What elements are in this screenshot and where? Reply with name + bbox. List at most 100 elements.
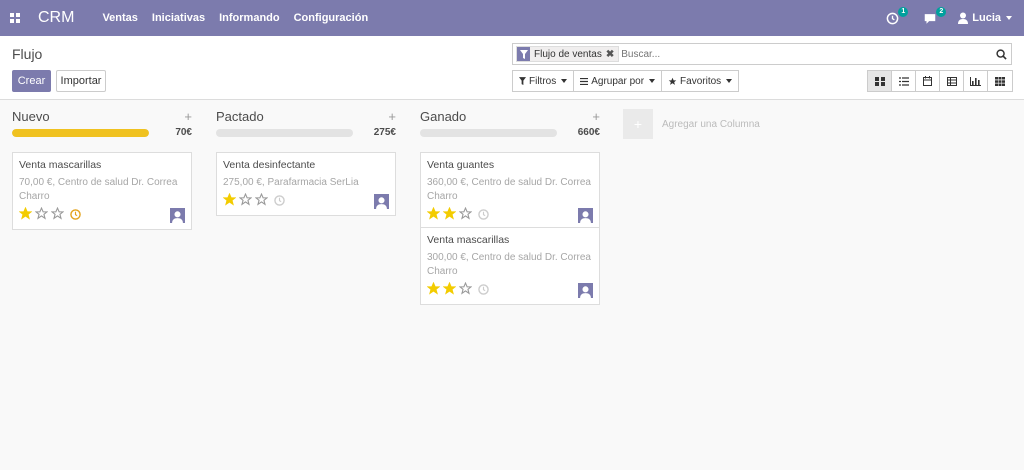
graph-view-icon[interactable] <box>964 71 988 91</box>
star-empty-icon[interactable] <box>34 206 49 220</box>
star-filled-icon[interactable] <box>426 206 441 220</box>
quick-create-icon[interactable]: + <box>184 109 192 124</box>
column-total: 660€ <box>577 127 600 138</box>
column-total: 275€ <box>373 127 396 138</box>
top-navbar: CRM Ventas Iniciativas Informando Config… <box>0 0 1024 36</box>
card-title: Venta guantes <box>427 159 495 171</box>
user-menu[interactable]: Lucia <box>958 12 1012 24</box>
salesperson-avatar[interactable] <box>578 283 593 298</box>
salesperson-avatar[interactable] <box>170 208 185 223</box>
star-icon <box>668 77 677 86</box>
pivot-view-icon[interactable] <box>940 71 964 91</box>
filter-icon <box>519 77 526 85</box>
view-switcher <box>867 70 1013 92</box>
opportunity-card[interactable]: Venta guantes 360,00 €, Centro de salud … <box>420 152 600 230</box>
favorites-dropdown[interactable]: Favoritos <box>662 71 738 91</box>
quick-create-icon[interactable]: + <box>592 109 600 124</box>
star-empty-icon[interactable] <box>238 192 253 206</box>
card-subtitle-cont: Charro <box>427 266 458 277</box>
opportunity-card[interactable]: Venta mascarillas 300,00 €, Centro de sa… <box>420 227 600 305</box>
search-icon[interactable] <box>991 44 1011 64</box>
page-title: Flujo <box>12 46 43 62</box>
card-subtitle: 300,00 €, Centro de salud Dr. Correa <box>427 252 591 263</box>
column-title[interactable]: Ganado <box>420 109 466 124</box>
user-name: Lucia <box>972 12 1001 24</box>
star-filled-icon[interactable] <box>222 192 237 206</box>
quick-create-icon[interactable]: + <box>388 109 396 124</box>
progress-fill <box>12 129 149 137</box>
column-total: 70€ <box>175 127 192 138</box>
activity-clock-icon[interactable] <box>274 195 285 206</box>
card-subtitle: 275,00 €, Parafarmacia SerLia <box>223 177 359 188</box>
menu-ventas[interactable]: Ventas <box>102 12 137 24</box>
card-subtitle: 70,00 €, Centro de salud Dr. Correa <box>19 177 178 188</box>
salesperson-avatar[interactable] <box>578 208 593 223</box>
column-title[interactable]: Nuevo <box>12 109 50 124</box>
bars-icon <box>580 77 589 85</box>
star-empty-icon[interactable] <box>50 206 65 220</box>
filters-label: Filtros <box>529 75 557 87</box>
control-panel: Flujo Crear Importar Flujo de ventas ✖ F… <box>0 36 1024 100</box>
menu-iniciativas[interactable]: Iniciativas <box>152 12 205 24</box>
column-progress-bar[interactable] <box>216 129 353 137</box>
card-title: Venta desinfectante <box>223 159 316 171</box>
groupby-label: Agrupar por <box>591 75 645 87</box>
star-empty-icon[interactable] <box>254 192 269 206</box>
card-footer <box>222 192 389 209</box>
card-title: Venta mascarillas <box>19 159 102 171</box>
apps-menu-icon[interactable] <box>2 0 28 36</box>
activity-clock-icon[interactable] <box>478 284 489 295</box>
star-empty-icon[interactable] <box>458 206 473 220</box>
calendar-view-icon[interactable] <box>916 71 940 91</box>
groupby-dropdown[interactable]: Agrupar por <box>574 71 663 91</box>
card-footer <box>426 206 593 223</box>
filters-caret-icon <box>561 79 568 83</box>
star-filled-icon[interactable] <box>442 281 457 295</box>
column-progress-bar[interactable] <box>420 129 557 137</box>
activity-clock-icon[interactable] <box>70 209 81 220</box>
card-title: Venta mascarillas <box>427 234 510 246</box>
column-title[interactable]: Pactado <box>216 109 264 124</box>
menu-informando[interactable]: Informando <box>219 12 280 24</box>
facet-remove-icon[interactable]: ✖ <box>606 49 614 60</box>
import-button[interactable]: Importar <box>56 70 106 92</box>
add-column-plus-icon[interactable]: + <box>623 109 653 139</box>
search-input[interactable] <box>621 48 991 60</box>
star-filled-icon[interactable] <box>18 206 33 220</box>
card-subtitle-cont: Charro <box>19 191 50 202</box>
dashboard-view-icon[interactable] <box>988 71 1012 91</box>
search-options: Filtros Agrupar por Favoritos <box>512 70 740 92</box>
card-subtitle-cont: Charro <box>427 191 458 202</box>
messages-badge: 2 <box>936 7 947 17</box>
opportunity-card[interactable]: Venta desinfectante 275,00 €, Parafarmac… <box>216 152 396 216</box>
messages-icon[interactable]: 2 <box>920 7 947 25</box>
groupby-caret-icon <box>649 79 656 83</box>
user-avatar-icon <box>958 12 969 24</box>
search-facet[interactable]: Flujo de ventas ✖ <box>516 46 620 62</box>
kanban-view-icon[interactable] <box>868 71 892 91</box>
menu-configuracion[interactable]: Configuración <box>294 12 369 24</box>
star-filled-icon[interactable] <box>442 206 457 220</box>
list-view-icon[interactable] <box>892 71 916 91</box>
facet-label: Flujo de ventas <box>534 48 602 60</box>
card-subtitle: 360,00 €, Centro de salud Dr. Correa <box>427 177 591 188</box>
opportunity-card[interactable]: Venta mascarillas 70,00 €, Centro de sal… <box>12 152 192 230</box>
activity-clock-icon[interactable] <box>478 209 489 220</box>
app-brand[interactable]: CRM <box>38 9 74 27</box>
filters-dropdown[interactable]: Filtros <box>513 71 575 91</box>
activity-badge: 1 <box>898 7 909 17</box>
salesperson-avatar[interactable] <box>374 194 389 209</box>
create-button[interactable]: Crear <box>12 70 51 92</box>
card-footer <box>426 281 593 298</box>
favorites-label: Favoritos <box>680 75 722 87</box>
add-column-label: Agregar una Columna <box>662 118 760 130</box>
activity-clock-icon[interactable]: 1 <box>882 7 909 25</box>
search-bar: Flujo de ventas ✖ <box>512 43 1012 65</box>
column-progress-bar[interactable] <box>12 129 149 137</box>
favorites-caret-icon <box>726 79 733 83</box>
add-column[interactable]: + Agregar una Columna <box>623 109 760 139</box>
star-filled-icon[interactable] <box>426 281 441 295</box>
star-empty-icon[interactable] <box>458 281 473 295</box>
filter-facet-icon <box>517 47 530 61</box>
user-caret-icon <box>1006 16 1012 20</box>
